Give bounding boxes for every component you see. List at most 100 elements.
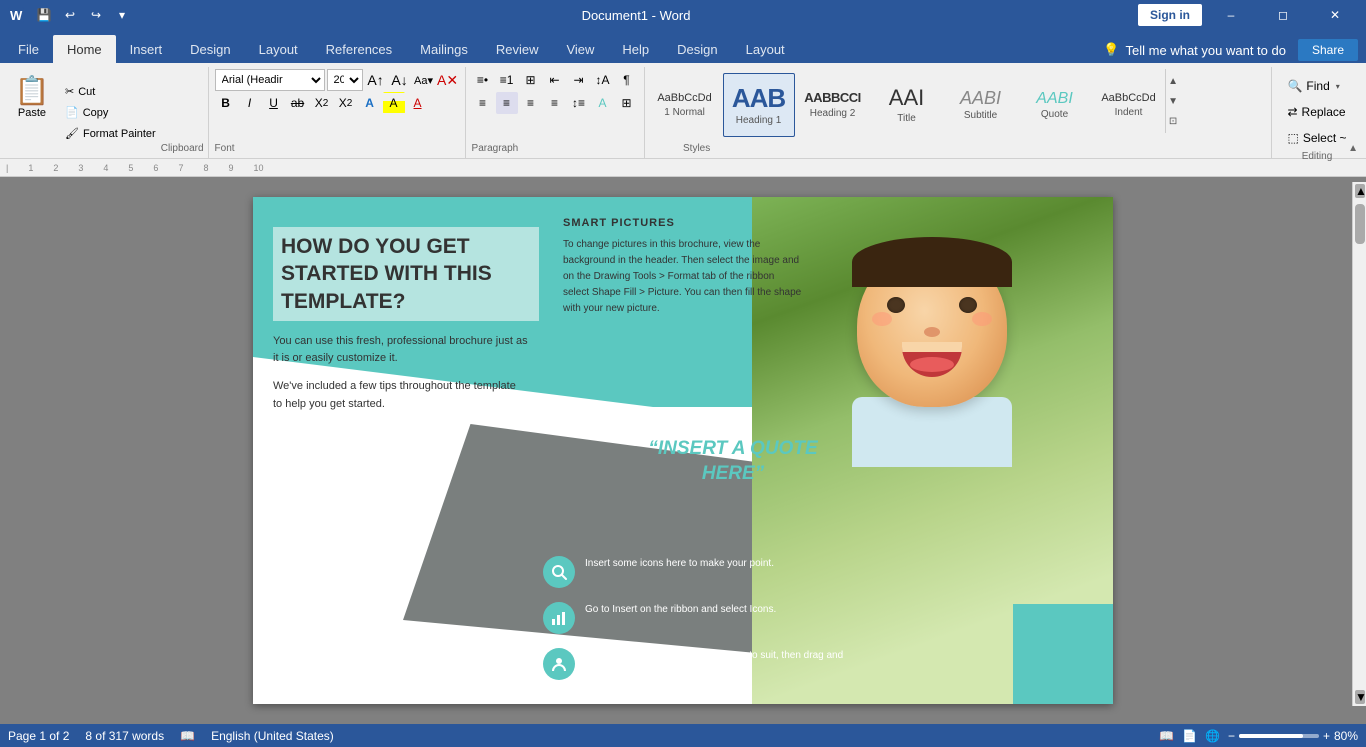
icon-text-2: Go to Insert on the ribbon and select Ic… [585, 602, 776, 617]
styles-group: AaBbCcDd 1 Normal AAB Heading 1 AABBCCI … [645, 67, 1272, 158]
tab-table-layout[interactable]: Layout [732, 35, 799, 63]
tab-file[interactable]: File [4, 35, 53, 63]
paragraph-group-label: Paragraph [472, 141, 519, 156]
text-effects-button[interactable]: A [359, 92, 381, 114]
select-button[interactable]: ⬚ Select ~ [1280, 127, 1353, 149]
share-button[interactable]: Share [1298, 39, 1358, 61]
increase-font-button[interactable]: A↑ [365, 69, 387, 91]
tab-mailings[interactable]: Mailings [406, 35, 482, 63]
format-painter-button[interactable]: 🖌 Format Painter [60, 124, 161, 143]
subscript-button[interactable]: X2 [311, 92, 333, 114]
tab-table-design[interactable]: Design [663, 35, 731, 63]
tab-design[interactable]: Design [176, 35, 244, 63]
book-icon: 📖 [180, 729, 195, 743]
web-layout-icon[interactable]: 🌐 [1205, 729, 1220, 743]
search-circle-icon [543, 556, 575, 588]
editing-group-label: Editing [1302, 149, 1333, 164]
underline-button[interactable]: U [263, 92, 285, 114]
style-title-label: Title [897, 113, 916, 124]
justify-button[interactable]: ≡ [544, 92, 566, 114]
smart-pictures-title: SMART PICTURES [563, 217, 803, 229]
style-heading2[interactable]: AABBCCI Heading 2 [797, 73, 869, 137]
redo-button[interactable]: ↪ [84, 3, 108, 27]
font-size-select[interactable]: 20 [327, 69, 363, 91]
undo-button[interactable]: ↩ [58, 3, 82, 27]
close-button[interactable]: ✕ [1312, 0, 1358, 30]
copy-button[interactable]: 📄 Copy [60, 103, 161, 122]
tab-review[interactable]: Review [482, 35, 553, 63]
main-heading: HOW DO YOU GET STARTED WITH THIS TEMPLAT… [281, 233, 531, 315]
decrease-indent-button[interactable]: ⇤ [544, 69, 566, 91]
paragraph-group: ≡• ≡1 ⊞ ⇤ ⇥ ↕A ¶ ≡ ≡ ≡ ≡ ↕≡ A ⊞ Paragrap… [466, 67, 645, 158]
save-button[interactable]: 💾 [32, 3, 56, 27]
clipboard-group: 📋 Paste ✂ Cut 📄 Copy 🖌 Format Painter Cl… [4, 67, 209, 158]
font-group: Arial (Headir 20 A↑ A↓ Aa▾ A✕ B I U ab X… [209, 67, 466, 158]
shading-button[interactable]: A [592, 92, 614, 114]
italic-button[interactable]: I [239, 92, 261, 114]
tab-layout[interactable]: Layout [245, 35, 312, 63]
paste-button[interactable]: 📋 Paste [8, 69, 56, 127]
sort-button[interactable]: ↕A [592, 69, 614, 91]
font-row-2: B I U ab X2 X2 A A A [215, 92, 429, 114]
print-layout-icon[interactable]: 📄 [1182, 729, 1197, 743]
chart-circle-icon [543, 602, 575, 634]
cut-button[interactable]: ✂ Cut [60, 82, 161, 101]
style-subtitle[interactable]: AABI Subtitle [945, 73, 1017, 137]
multilevel-list-button[interactable]: ⊞ [520, 69, 542, 91]
teal-corner-bottom-right [1013, 604, 1113, 704]
style-heading1[interactable]: AAB Heading 1 [723, 73, 795, 137]
collapse-ribbon-button[interactable]: ▲ [1344, 141, 1362, 156]
line-spacing-button[interactable]: ↕≡ [568, 92, 590, 114]
restore-button[interactable]: ◻ [1260, 0, 1306, 30]
font-color-button[interactable]: A [407, 92, 429, 114]
show-paragraph-button[interactable]: ¶ [616, 69, 638, 91]
customize-quick-access-button[interactable]: ▾ [110, 3, 134, 27]
tab-insert[interactable]: Insert [116, 35, 177, 63]
vertical-scrollbar[interactable]: ▲ ▼ [1352, 182, 1366, 706]
zoom-out-button[interactable]: − [1228, 729, 1235, 743]
borders-button[interactable]: ⊞ [616, 92, 638, 114]
word-count: 8 of 317 words [85, 729, 164, 743]
style-indent-label: Indent [1115, 107, 1143, 118]
find-button[interactable]: 🔍 Find ▾ [1280, 75, 1353, 97]
style-quote[interactable]: AABI Quote [1019, 73, 1091, 137]
bullets-button[interactable]: ≡• [472, 69, 494, 91]
superscript-button[interactable]: X2 [335, 92, 357, 114]
strikethrough-button[interactable]: ab [287, 92, 309, 114]
decrease-font-button[interactable]: A↓ [389, 69, 411, 91]
align-right-button[interactable]: ≡ [520, 92, 542, 114]
numbering-button[interactable]: ≡1 [496, 69, 518, 91]
styles-scroll-button[interactable]: ▲ ▼ ⊡ [1165, 69, 1181, 133]
text-highlight-button[interactable]: A [383, 92, 405, 114]
style-title[interactable]: AAI Title [871, 73, 943, 137]
align-left-button[interactable]: ≡ [472, 92, 494, 114]
cut-label: Cut [78, 86, 95, 98]
bold-button[interactable]: B [215, 92, 237, 114]
zoom-in-button[interactable]: + [1323, 729, 1330, 743]
scrollbar-thumb[interactable] [1355, 204, 1365, 244]
scrollbar-up-button[interactable]: ▲ [1355, 184, 1365, 198]
increase-indent-button[interactable]: ⇥ [568, 69, 590, 91]
tab-home[interactable]: Home [53, 35, 116, 63]
paste-icon: 📋 [15, 77, 50, 105]
tab-references[interactable]: References [312, 35, 406, 63]
replace-icon: ⇄ [1287, 105, 1297, 119]
clear-formatting-button[interactable]: A✕ [437, 69, 459, 91]
paste-label: Paste [18, 107, 46, 119]
style-normal[interactable]: AaBbCcDd 1 Normal [649, 73, 721, 137]
replace-button[interactable]: ⇄ Replace [1280, 101, 1353, 123]
icon-item-3: You can change the color of the icon to … [543, 648, 863, 680]
font-family-select[interactable]: Arial (Headir [215, 69, 325, 91]
page-indicator: Page 1 of 2 [8, 729, 69, 743]
zoom-slider[interactable] [1239, 734, 1319, 738]
style-indent[interactable]: AaBbCcDd Indent [1093, 73, 1165, 137]
read-mode-icon[interactable]: 📖 [1159, 729, 1174, 743]
status-right: 📖 📄 🌐 − + 80% [1159, 729, 1358, 743]
change-case-button[interactable]: Aa▾ [413, 69, 435, 91]
sign-in-button[interactable]: Sign in [1138, 4, 1202, 26]
tab-view[interactable]: View [552, 35, 608, 63]
tab-help[interactable]: Help [608, 35, 663, 63]
minimize-button[interactable]: – [1208, 0, 1254, 30]
align-center-button[interactable]: ≡ [496, 92, 518, 114]
scrollbar-down-button[interactable]: ▼ [1355, 690, 1365, 704]
